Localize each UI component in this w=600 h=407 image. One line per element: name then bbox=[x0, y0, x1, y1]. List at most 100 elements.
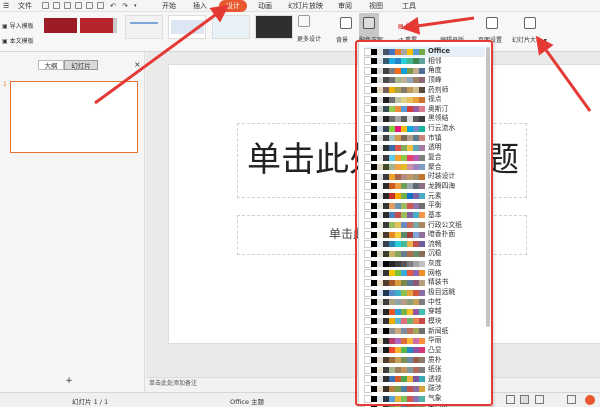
color-scheme-item[interactable]: 角度 bbox=[364, 66, 485, 76]
color-scheme-item[interactable]: 气象 bbox=[364, 394, 485, 404]
background-icon[interactable] bbox=[340, 17, 352, 29]
theme-thumb-4[interactable] bbox=[255, 15, 293, 39]
template-thumb-red[interactable] bbox=[44, 18, 77, 33]
color-scheme-item[interactable]: 奥斯汀 bbox=[364, 105, 485, 115]
tab-slideshow[interactable]: 幻灯片放映 bbox=[288, 1, 323, 11]
play-icon[interactable] bbox=[585, 395, 595, 405]
color-scheme-item[interactable]: 跋涉 bbox=[364, 384, 485, 394]
preview-icon[interactable] bbox=[86, 2, 93, 9]
theme-thumb-2[interactable] bbox=[168, 15, 206, 39]
color-scheme-item[interactable]: 纸张 bbox=[364, 365, 485, 375]
color-scheme-item[interactable]: 龙腾四海 bbox=[364, 182, 485, 192]
color-scheme-item[interactable]: 新闻纸 bbox=[364, 327, 485, 337]
color-scheme-item[interactable]: 穿越 bbox=[364, 307, 485, 317]
doc-template-button[interactable]: ▣ 本文模板 bbox=[2, 36, 34, 45]
more-design-button[interactable]: 更多设计 bbox=[297, 34, 321, 43]
color-scheme-item[interactable]: 聚合 bbox=[364, 162, 485, 173]
slide-size-label: 幻灯片大小 bbox=[512, 37, 543, 44]
color-swatch bbox=[419, 395, 425, 402]
reading-view-icon[interactable] bbox=[535, 395, 544, 404]
tab-review[interactable]: 审阅 bbox=[338, 1, 352, 11]
fit-icon[interactable] bbox=[567, 395, 576, 404]
slide-size-button[interactable]: 幻灯片大小 ▾ bbox=[512, 35, 547, 44]
more-icon[interactable]: ▾ bbox=[134, 1, 137, 11]
color-scheme-item[interactable]: 行云流水 bbox=[364, 124, 485, 134]
tab-slides[interactable]: 幻灯片 bbox=[64, 60, 98, 70]
tab-view[interactable]: 视图 bbox=[369, 1, 383, 11]
color-swatch bbox=[419, 58, 425, 65]
tab-home[interactable]: 开始 bbox=[162, 1, 176, 11]
color-scheme-item[interactable]: 沉稳 bbox=[364, 249, 485, 259]
color-scheme-item[interactable]: 元素 bbox=[364, 192, 485, 202]
color-scheme-name: 纸张 bbox=[428, 365, 442, 374]
color-scheme-item[interactable]: 时装设计 bbox=[364, 172, 485, 182]
color-scheme-name: 角度 bbox=[428, 66, 442, 75]
template-scroll[interactable] bbox=[113, 18, 117, 33]
color-scheme-item[interactable]: 视点 bbox=[364, 95, 485, 105]
theme-thumb-3[interactable] bbox=[212, 15, 250, 39]
color-scheme-item[interactable]: 透视 bbox=[364, 375, 485, 385]
color-scheme-item[interactable]: 模块 bbox=[364, 317, 485, 327]
color-scheme-name: 顶峰 bbox=[428, 75, 442, 84]
color-scheme-item[interactable]: 平衡 bbox=[364, 201, 485, 211]
menu-file[interactable]: 文件 bbox=[18, 1, 32, 11]
color-scheme-item[interactable]: 质朴 bbox=[364, 356, 485, 366]
color-scheme-item[interactable]: 华丽 bbox=[364, 336, 485, 346]
color-scheme-item[interactable]: 顶峰 bbox=[364, 75, 485, 86]
color-swatch bbox=[419, 270, 425, 277]
color-scheme-item[interactable]: 灰度 bbox=[364, 259, 485, 269]
more-design-icon[interactable] bbox=[298, 15, 310, 27]
normal-view-icon[interactable] bbox=[506, 395, 515, 404]
color-scheme-item[interactable]: Office bbox=[364, 47, 485, 57]
close-icon[interactable]: × bbox=[134, 60, 141, 69]
redo-icon[interactable]: ↷ bbox=[122, 1, 128, 11]
color-scheme-item[interactable]: 中性 bbox=[364, 298, 485, 308]
color-scheme-name: 平衡 bbox=[428, 201, 442, 210]
color-scheme-item[interactable]: 流畅 bbox=[364, 240, 485, 250]
dropdown-scrollbar[interactable] bbox=[486, 47, 490, 327]
color-scheme-item[interactable]: 网格 bbox=[364, 268, 485, 279]
color-swatch bbox=[419, 48, 425, 55]
print-icon[interactable] bbox=[64, 2, 71, 9]
format-painter-icon[interactable] bbox=[97, 2, 104, 9]
color-scheme-item[interactable]: 极目远眺 bbox=[364, 288, 485, 298]
page-setup-icon[interactable] bbox=[486, 17, 498, 29]
slide-size-icon[interactable] bbox=[524, 17, 536, 29]
theme-thumb-1[interactable] bbox=[125, 15, 163, 39]
tab-insert[interactable]: 插入 bbox=[193, 1, 207, 11]
undo-icon[interactable]: ↶ bbox=[110, 1, 116, 11]
slide-thumbnail[interactable] bbox=[10, 81, 138, 153]
color-scheme-item[interactable]: 相邻 bbox=[364, 57, 485, 67]
open-icon[interactable] bbox=[42, 2, 49, 9]
menu-icon[interactable]: ☰ bbox=[3, 1, 13, 11]
color-scheme-name: 行云流水 bbox=[428, 124, 456, 133]
color-scheme-item[interactable]: 行政公文纸 bbox=[364, 221, 485, 231]
format-button[interactable]: ▤ 格式 bbox=[398, 21, 418, 30]
tab-design[interactable]: 设计 bbox=[219, 0, 247, 12]
color-scheme-name: 聚合 bbox=[428, 162, 442, 171]
color-scheme-item[interactable]: 透明 bbox=[364, 143, 485, 153]
tab-animation[interactable]: 动画 bbox=[258, 1, 272, 11]
color-swatch bbox=[419, 144, 425, 151]
background-button[interactable]: 背景 bbox=[336, 35, 348, 44]
color-scheme-item[interactable]: 精装书 bbox=[364, 278, 485, 288]
color-scheme-item[interactable]: 药剂师 bbox=[364, 86, 485, 96]
color-scheme-item[interactable]: 基本 bbox=[364, 211, 485, 221]
import-template-button[interactable]: ▣ 导入模板 bbox=[2, 21, 34, 30]
color-scheme-item[interactable]: 暗香扑面 bbox=[364, 230, 485, 240]
color-scheme-item[interactable]: 凸显 bbox=[364, 346, 485, 356]
color-scheme-dropdown: Office 相邻 角度 顶峰药剂师 视点 奥斯汀 黑领结 行云流水 市镇 透明 复合 聚合 时装设计龙… bbox=[358, 40, 493, 407]
color-swatch bbox=[419, 308, 425, 315]
add-slide-button[interactable]: + bbox=[60, 376, 78, 386]
color-scheme-item[interactable]: 黑领结 bbox=[364, 114, 485, 124]
tab-tools[interactable]: 工具 bbox=[402, 1, 416, 11]
color-scheme-item[interactable]: 市镇 bbox=[364, 134, 485, 144]
template-thumb-red2[interactable] bbox=[80, 18, 113, 33]
tab-outline[interactable]: 大纲 bbox=[38, 60, 64, 70]
save-icon[interactable] bbox=[53, 2, 60, 9]
color-scheme-item[interactable]: 复合 bbox=[364, 153, 485, 163]
color-scheme-name: 网格 bbox=[428, 268, 442, 277]
color-scheme-name: 气象 bbox=[428, 394, 442, 403]
slide-sorter-icon[interactable] bbox=[520, 395, 529, 404]
print-preview-icon[interactable] bbox=[75, 2, 82, 9]
